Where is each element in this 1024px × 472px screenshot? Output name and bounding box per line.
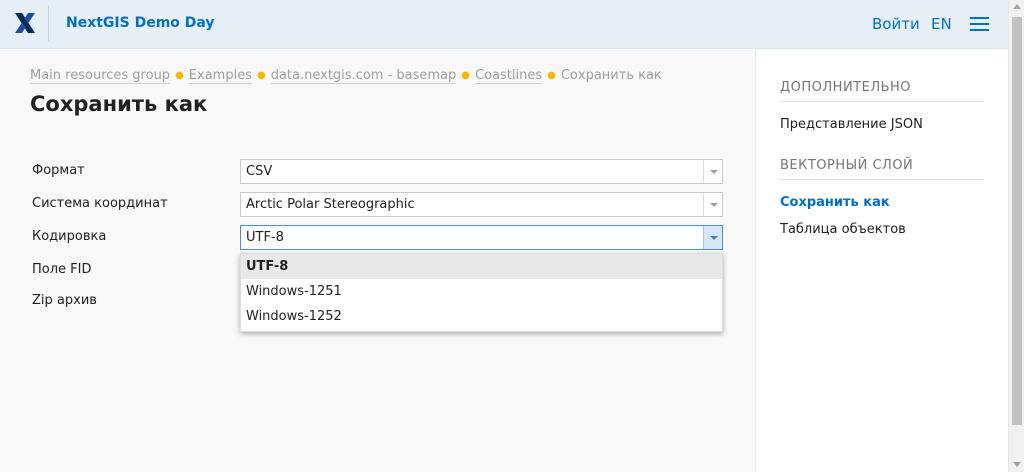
- page-scrollbar[interactable]: [1008, 0, 1024, 472]
- logo-divider: [48, 6, 49, 41]
- fid-field-label: Поле FID: [32, 262, 92, 277]
- breadcrumb-separator-icon: ●: [175, 70, 184, 81]
- encoding-dropdown-list: UTF-8 Windows-1251 Windows-1252: [240, 253, 723, 332]
- scrollbar-thumb[interactable]: [1012, 17, 1022, 425]
- language-switch-link[interactable]: EN: [931, 15, 952, 33]
- nextgis-logo-icon[interactable]: [13, 11, 37, 35]
- format-select-value: CSV: [246, 164, 273, 179]
- chevron-down-icon: [710, 170, 718, 174]
- encoding-select[interactable]: UTF-8: [240, 225, 723, 250]
- zip-archive-label: Zip архив: [32, 293, 97, 308]
- encoding-select-value: UTF-8: [246, 230, 284, 245]
- sidebar-item-save-as[interactable]: Сохранить как: [780, 195, 890, 210]
- chevron-down-icon: [710, 203, 718, 207]
- scroll-up-arrow-icon[interactable]: [1013, 4, 1021, 9]
- breadcrumb-separator-icon: ●: [547, 70, 556, 81]
- encoding-option-windows-1251[interactable]: Windows-1251: [241, 279, 722, 304]
- srs-label: Система координат: [32, 196, 168, 211]
- page-title: Сохранить как: [30, 92, 208, 116]
- scroll-down-arrow-icon[interactable]: [1013, 462, 1021, 467]
- app-title[interactable]: NextGIS Demo Day: [66, 15, 215, 31]
- right-sidebar: ДОПОЛНИТЕЛЬНО Представление JSON ВЕКТОРН…: [755, 50, 1008, 472]
- encoding-option-windows-1252[interactable]: Windows-1252: [241, 304, 722, 329]
- format-select[interactable]: CSV: [240, 159, 723, 184]
- srs-select[interactable]: Arctic Polar Stereographic: [240, 192, 723, 217]
- sidebar-item-feature-table[interactable]: Таблица объектов: [780, 222, 906, 237]
- sidebar-item-json-view[interactable]: Представление JSON: [780, 117, 923, 132]
- breadcrumb-item-examples[interactable]: Examples: [188, 68, 252, 84]
- breadcrumb: Main resources group ● Examples ● data.nextg…: [30, 68, 662, 84]
- breadcrumb-separator-icon: ●: [256, 70, 266, 81]
- srs-select-value: Arctic Polar Stereographic: [246, 197, 415, 212]
- sidebar-heading-additional: ДОПОЛНИТЕЛЬНО: [780, 80, 984, 102]
- encoding-select-toggle[interactable]: [703, 226, 722, 249]
- breadcrumb-separator-icon: ●: [461, 70, 471, 81]
- breadcrumb-item-basemap[interactable]: data.nextgis.com - basemap: [270, 68, 457, 84]
- encoding-label: Кодировка: [32, 229, 107, 244]
- top-header: NextGIS Demo Day Войти EN: [0, 0, 1008, 49]
- format-label: Формат: [32, 163, 85, 178]
- sidebar-heading-vector-layer: ВЕКТОРНЫЙ СЛОЙ: [780, 158, 984, 180]
- breadcrumb-item-current: Сохранить как: [560, 68, 662, 83]
- breadcrumb-item-coastlines[interactable]: Coastlines: [475, 68, 543, 84]
- encoding-option-utf8[interactable]: UTF-8: [241, 254, 722, 279]
- breadcrumb-item-main-resources[interactable]: Main resources group: [30, 68, 171, 84]
- login-link[interactable]: Войти: [872, 15, 920, 33]
- chevron-down-icon: [710, 236, 718, 240]
- hamburger-menu-icon[interactable]: [970, 17, 989, 31]
- srs-select-toggle[interactable]: [703, 193, 722, 216]
- format-select-toggle[interactable]: [703, 160, 722, 183]
